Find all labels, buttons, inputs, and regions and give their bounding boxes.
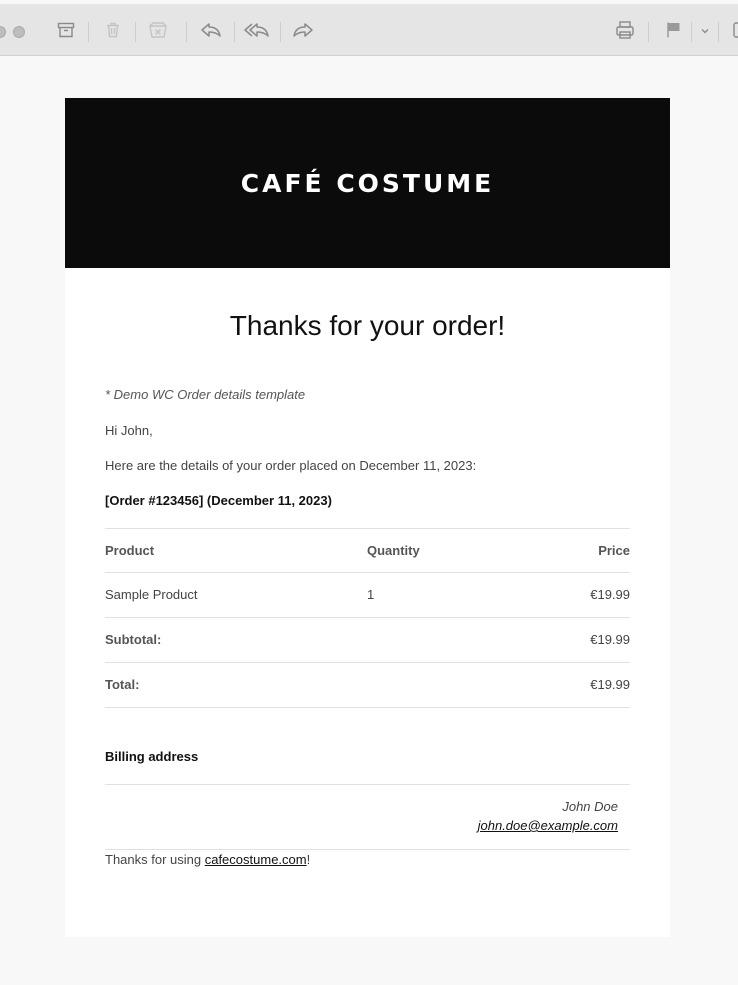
print-icon bbox=[616, 21, 634, 39]
flag-button[interactable] bbox=[662, 18, 686, 42]
greeting: Hi John, bbox=[105, 423, 153, 438]
junk-icon bbox=[149, 22, 167, 38]
chevron-down-icon bbox=[701, 29, 709, 34]
header-banner: CAFÉ COSTUME bbox=[65, 98, 670, 268]
table-divider bbox=[105, 617, 630, 618]
table-cell-quantity: 1 bbox=[367, 587, 375, 602]
reply-all-button[interactable] bbox=[243, 18, 271, 42]
order-reference: [Order #123456] (December 11, 2023) bbox=[105, 493, 332, 508]
table-divider bbox=[105, 662, 630, 663]
template-note: * Demo WC Order details template bbox=[105, 387, 306, 402]
column-header-product: Product bbox=[105, 543, 155, 558]
flag-icon bbox=[667, 22, 680, 38]
reply-all-icon bbox=[244, 23, 269, 37]
forward-icon bbox=[293, 23, 313, 37]
email-body: CAFÉ COSTUME Thanks for your order! * De… bbox=[65, 98, 670, 937]
footer-suffix: ! bbox=[306, 852, 311, 867]
table-cell-product: Sample Product bbox=[105, 587, 198, 602]
billing-email-link[interactable]: john.doe@example.com bbox=[478, 818, 618, 833]
table-divider bbox=[105, 528, 630, 529]
footer-text: Thanks for using cafecostume.com! bbox=[105, 852, 310, 867]
flag-menu-button[interactable] bbox=[698, 22, 712, 40]
forward-button[interactable] bbox=[290, 18, 316, 42]
billing-address-title: Billing address bbox=[105, 749, 199, 764]
site-link[interactable]: cafecostume.com bbox=[205, 852, 307, 867]
archive-icon bbox=[57, 22, 75, 38]
email-heading: Thanks for your order! bbox=[229, 310, 506, 341]
billing-name: John Doe bbox=[562, 799, 618, 814]
table-divider bbox=[105, 572, 630, 573]
print-button[interactable] bbox=[612, 18, 638, 42]
billing-divider bbox=[105, 784, 630, 785]
table-divider bbox=[105, 707, 630, 708]
table-cell-price: €19.99 bbox=[590, 587, 630, 602]
reply-icon bbox=[201, 23, 221, 37]
brand-logo: CAFÉ COSTUME bbox=[240, 168, 495, 198]
delete-button[interactable] bbox=[101, 18, 125, 42]
window-close-button[interactable] bbox=[0, 26, 6, 38]
subtotal-value: €19.99 bbox=[590, 632, 630, 647]
total-label: Total: bbox=[105, 677, 140, 692]
window-minimize-button[interactable] bbox=[13, 26, 25, 38]
sidebar-toggle-button[interactable] bbox=[730, 20, 738, 40]
column-header-quantity: Quantity bbox=[367, 543, 420, 558]
footer-prefix: Thanks for using bbox=[105, 852, 205, 867]
trash-icon bbox=[107, 22, 119, 38]
total-value: €19.99 bbox=[590, 677, 630, 692]
billing-divider bbox=[105, 849, 630, 850]
panel-icon bbox=[733, 22, 738, 38]
junk-button[interactable] bbox=[145, 18, 171, 42]
mail-toolbar bbox=[0, 4, 738, 56]
archive-button[interactable] bbox=[54, 18, 78, 42]
reply-button[interactable] bbox=[198, 18, 224, 42]
column-header-price: Price bbox=[598, 543, 630, 558]
subtotal-label: Subtotal: bbox=[105, 632, 162, 647]
intro-text: Here are the details of your order place… bbox=[105, 458, 477, 473]
